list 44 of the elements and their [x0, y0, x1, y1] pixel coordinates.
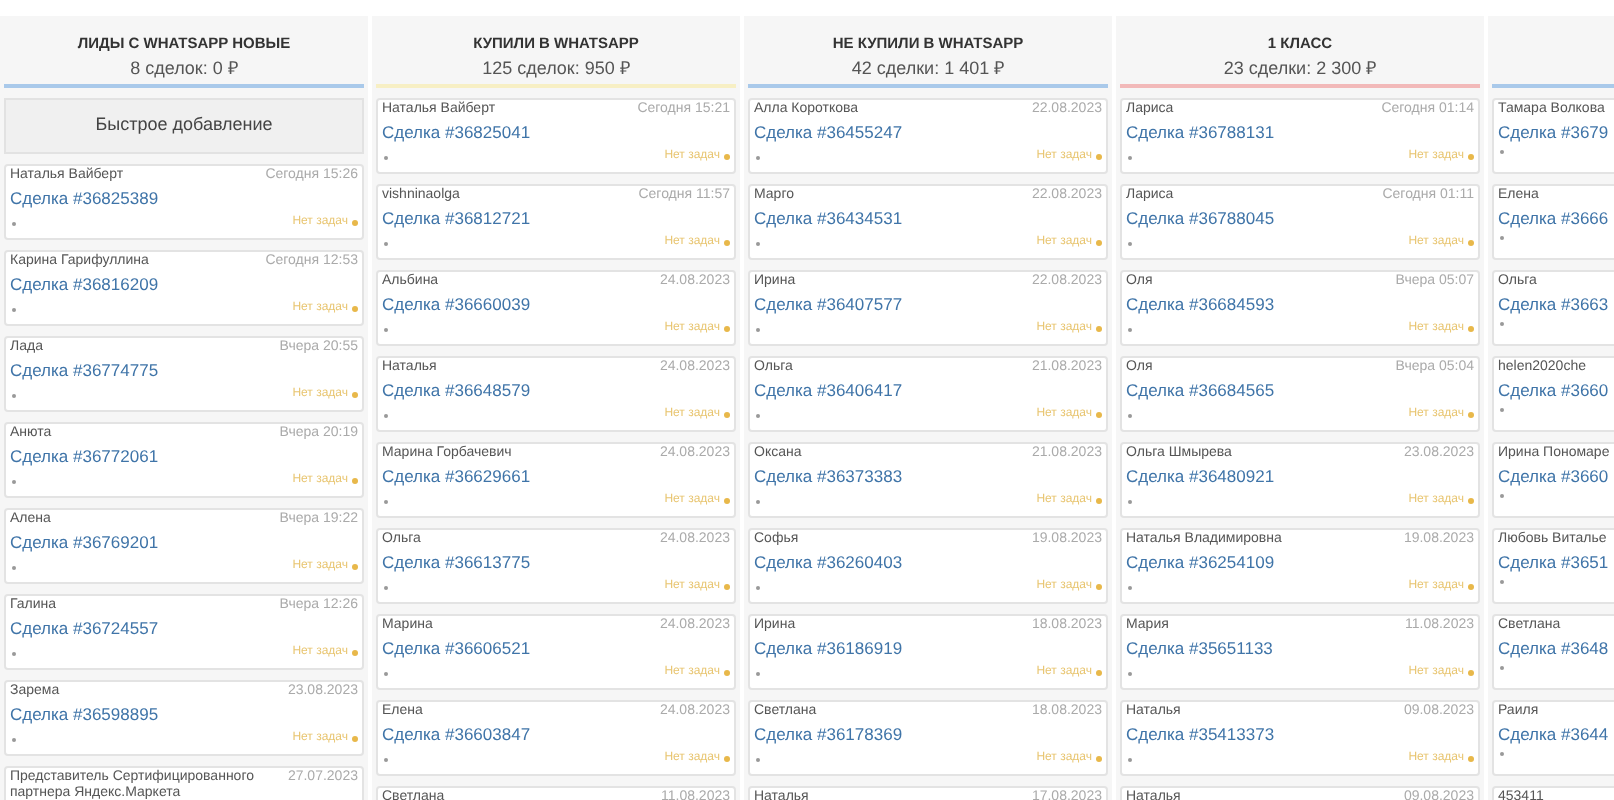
deal-link[interactable]: Сделка #3666 [1498, 206, 1614, 230]
deal-link[interactable]: Сделка #3679 [1498, 120, 1614, 144]
deal-link[interactable]: Сделка #36373383 [754, 464, 1102, 488]
deal-link[interactable]: Сделка #36769201 [10, 530, 358, 554]
deal-link[interactable]: Сделка #36606521 [382, 636, 730, 660]
deal-link[interactable]: Сделка #36774775 [10, 358, 358, 382]
deal-link[interactable]: Сделка #36629661 [382, 464, 730, 488]
column-summary: 8 сделок: 0 ₽ [130, 58, 238, 78]
deal-link[interactable]: Сделка #36260403 [754, 550, 1102, 574]
deal-link[interactable]: Сделка #36684565 [1126, 378, 1474, 402]
deal-link[interactable]: Сделка #3651 [1498, 550, 1614, 574]
deal-link[interactable]: Сделка #36254109 [1126, 550, 1474, 574]
deal-link[interactable]: Сделка #36816209 [10, 272, 358, 296]
deal-link[interactable]: Сделка #36724557 [10, 616, 358, 640]
deal-link[interactable]: Сделка #36407577 [754, 292, 1102, 316]
deal-link[interactable]: Сделка #36480921 [1126, 464, 1474, 488]
deal-link[interactable]: Сделка #36684593 [1126, 292, 1474, 316]
deal-link[interactable]: Сделка #36603847 [382, 722, 730, 746]
deal-link[interactable]: Сделка #36812721 [382, 206, 730, 230]
deal-link[interactable]: Сделка #3660 [1498, 464, 1614, 488]
deal-link[interactable]: Сделка #36825041 [382, 120, 730, 144]
deal-link[interactable]: Сделка #36772061 [10, 444, 358, 468]
deal-link[interactable]: Сделка #3648 [1498, 636, 1614, 660]
deal-link[interactable]: Сделка #36406417 [754, 378, 1102, 402]
deal-link[interactable]: Сделка #36434531 [754, 206, 1102, 230]
deal-link[interactable]: Сделка #36660039 [382, 292, 730, 316]
column-summary: 23 сделки: 2 300 ₽ [1223, 58, 1377, 78]
deal-link[interactable]: Сделка #35413373 [1126, 722, 1474, 746]
deal-link[interactable]: Сделка #3660 [1498, 378, 1614, 402]
column-summary: 42 сделки: 1 401 ₽ [851, 58, 1005, 78]
deal-link[interactable]: Сделка #36788045 [1126, 206, 1474, 230]
deal-link[interactable]: Сделка #36455247 [754, 120, 1102, 144]
deal-link[interactable]: Сделка #36613775 [382, 550, 730, 574]
deal-link[interactable]: Сделка #36598895 [10, 702, 358, 726]
deal-link[interactable]: Сделка #3644 [1498, 722, 1614, 746]
deal-link[interactable]: Сделка #36648579 [382, 378, 730, 402]
quick-add-button[interactable]: Быстрое добавление [4, 98, 364, 154]
column-summary: 125 сделок: 950 ₽ [482, 58, 630, 78]
deal-link[interactable]: Сделка #3663 [1498, 292, 1614, 316]
deal-link[interactable]: Сделка #36186919 [754, 636, 1102, 660]
deal-link[interactable]: Сделка #36788131 [1126, 120, 1474, 144]
deal-link[interactable]: Сделка #36825389 [10, 186, 358, 210]
deal-link[interactable]: Сделка #35651133 [1126, 636, 1474, 660]
deal-link[interactable]: Сделка #36178369 [754, 722, 1102, 746]
